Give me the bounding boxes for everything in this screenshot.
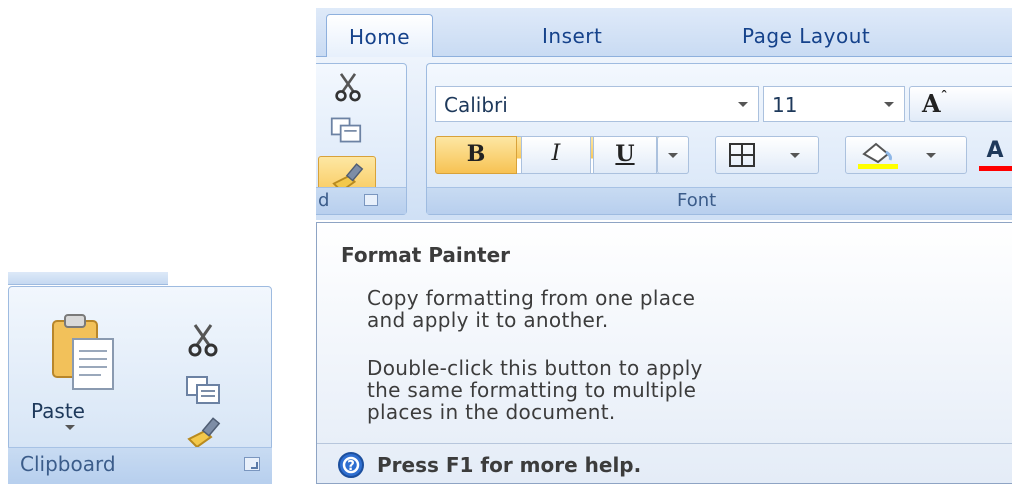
clipboard-group-label: Clipboard: [20, 452, 116, 476]
clipboard-group-footer: Clipboard: [8, 447, 272, 484]
tooltip-description-2: Double-click this button to apply the sa…: [367, 356, 703, 424]
italic-button[interactable]: I: [521, 136, 591, 174]
underline-button[interactable]: U: [593, 136, 657, 174]
font-color-button[interactable]: A: [975, 136, 1012, 174]
borders-icon: [729, 143, 755, 167]
highlight-button[interactable]: [845, 136, 967, 174]
tooltip-title: Format Painter: [341, 243, 511, 267]
ribbon-tab-row: Home Insert Page Layout: [316, 8, 1012, 57]
font-name-combo[interactable]: Calibri: [435, 86, 759, 122]
tab-page-layout[interactable]: Page Layout: [742, 24, 870, 48]
font-size-value: 11: [772, 93, 798, 117]
font-group: Calibri 11 Aˆ B I U A Font: [426, 63, 1012, 215]
chevron-down-icon: [668, 153, 678, 158]
chevron-down-icon: [926, 153, 936, 158]
tooltip-help-text: Press F1 for more help.: [377, 453, 642, 477]
help-icon: ?: [337, 451, 365, 483]
clipboard-group-slice: d: [316, 63, 407, 215]
tab-home[interactable]: Home: [326, 14, 434, 57]
chevron-down-icon[interactable]: [884, 102, 894, 107]
clipboard-slice-label: d: [318, 190, 330, 211]
font-size-combo[interactable]: 11: [763, 86, 905, 122]
ribbon: Home Insert Page Layout d Calibri 11 Aˆ …: [316, 8, 1012, 220]
font-color-letter: A: [986, 138, 1004, 163]
font-name-value: Calibri: [444, 93, 508, 117]
dialog-launcher-icon[interactable]: [244, 457, 260, 471]
grow-font-label: A: [922, 89, 941, 118]
grow-font-button[interactable]: Aˆ: [909, 86, 1012, 122]
underline-dropdown[interactable]: [657, 136, 689, 174]
clipboard-group-mini: Paste Clipboard: [8, 272, 272, 484]
dialog-launcher-icon[interactable]: [364, 194, 378, 206]
highlight-icon: [858, 142, 898, 169]
copy-icon[interactable]: [185, 375, 221, 409]
paste-dropdown-arrow[interactable]: [65, 425, 75, 430]
cut-icon[interactable]: [334, 72, 362, 106]
clipboard-slice-footer: d: [316, 187, 406, 214]
tab-strip: [8, 272, 168, 285]
caret-up-icon: ˆ: [940, 89, 948, 105]
chevron-down-icon[interactable]: [738, 102, 748, 107]
paste-icon[interactable]: [51, 313, 117, 397]
copy-icon[interactable]: [330, 116, 362, 148]
tab-insert[interactable]: Insert: [542, 24, 602, 48]
svg-text:?: ?: [347, 459, 355, 474]
tooltip-divider: [317, 443, 1012, 444]
font-group-footer: Font: [427, 187, 1012, 214]
bold-button[interactable]: B: [435, 136, 517, 174]
paste-button-label[interactable]: Paste: [31, 399, 85, 423]
format-painter-tooltip: Format Painter Copy formatting from one …: [316, 222, 1012, 484]
borders-button[interactable]: [715, 136, 819, 174]
tooltip-description-1: Copy formatting from one place and apply…: [367, 286, 696, 332]
font-group-label: Font: [677, 190, 717, 211]
cut-icon[interactable]: [187, 323, 219, 361]
font-color-swatch: [979, 166, 1012, 171]
chevron-down-icon: [790, 153, 800, 158]
ribbon-body: d Calibri 11 Aˆ B I U A Font: [316, 57, 1012, 220]
